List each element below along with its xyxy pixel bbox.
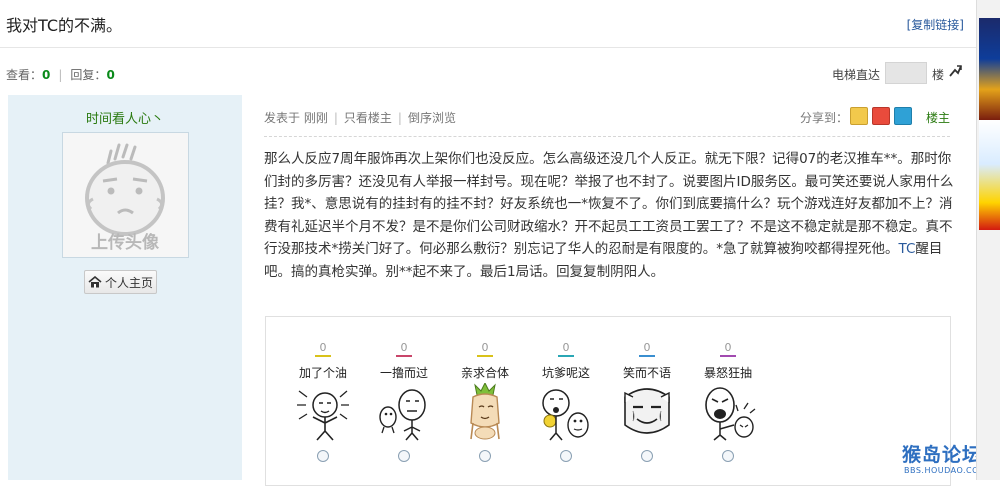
reaction-radio[interactable]: [641, 450, 653, 462]
qzone-share-icon[interactable]: [850, 107, 868, 125]
reaction-radio[interactable]: [398, 450, 410, 462]
reaction-label: 一撸而过: [379, 366, 428, 380]
replies-count: 0: [106, 68, 115, 82]
avatar-upload-text: 上传头像: [91, 232, 160, 253]
floor-jump-input[interactable]: [885, 62, 927, 84]
profile-home-label: 个人主页: [104, 275, 153, 290]
copy-link-button[interactable]: [复制链接]: [907, 16, 964, 33]
replies-label: 回复：: [70, 68, 107, 82]
reaction-bar: [477, 355, 493, 357]
only-op-link[interactable]: 只看楼主: [344, 111, 392, 125]
post-divider: [264, 136, 950, 137]
post-time: 发表于 刚刚: [264, 111, 328, 125]
reaction-count: 0: [562, 341, 570, 354]
silent-smile-meme-icon: [624, 388, 670, 434]
reaction-bar: [558, 355, 574, 357]
reaction-radio[interactable]: [317, 450, 329, 462]
elevator-label: 电梯直达: [832, 68, 881, 82]
post-meta: 发表于 刚刚 | 只看楼主 | 倒序浏览: [264, 111, 456, 125]
share-icons: [850, 107, 912, 125]
home-icon: [88, 276, 102, 288]
reaction-bar: [639, 355, 655, 357]
pass-by-meme-icon: [379, 389, 426, 441]
thread-stats: 查看：0 | 回复：0: [6, 66, 115, 83]
stats-separator: |: [58, 68, 63, 82]
reaction-radio[interactable]: [722, 450, 734, 462]
views-label: 查看：: [6, 68, 43, 82]
views-count: 0: [42, 68, 51, 82]
reaction-panel: 0 加了个油 0 一撸而过 0 亲求合体 0 坑爹呢这 0 笑而不语 0 暴怒狂…: [265, 316, 951, 486]
ad-banner-bottom[interactable]: [979, 120, 1000, 230]
author-avatar[interactable]: 上传头像: [62, 132, 189, 258]
reaction-radio[interactable]: [560, 450, 572, 462]
post-page: 我对TC的不满。 [复制链接] 查看：0 | 回复：0 电梯直达 楼 时间看人心丶 …: [0, 0, 986, 486]
reaction-count: 0: [481, 341, 489, 354]
post-content: 那么人反应7周年服饰再次上架你们也没反应。怎么高级还没几个人反正。就无下限？记得…: [264, 151, 954, 280]
reaction-label: 亲求合体: [460, 366, 509, 380]
right-ad-rail: [976, 0, 1000, 480]
reaction-bar: [720, 355, 736, 357]
rage-slap-meme-icon: [705, 387, 756, 441]
watermark-url: BBS.HOUDAO.COM: [904, 466, 987, 475]
reaction-count: 0: [400, 341, 408, 354]
thread-title: 我对TC的不满。: [6, 16, 123, 35]
reaction-count: 0: [724, 341, 732, 354]
reaction-count: 0: [643, 341, 651, 354]
default-avatar-icon: 上传头像: [85, 143, 165, 253]
reverse-order-link[interactable]: 倒序浏览: [408, 111, 456, 125]
reaction-radio[interactable]: [479, 450, 491, 462]
cheer-meme-icon: [297, 390, 349, 441]
reaction-bar: [315, 355, 331, 357]
floor-suffix: 楼: [932, 68, 945, 82]
tc-highlight: TC: [898, 241, 916, 258]
reaction-label: 暴怒狂抽: [703, 366, 752, 380]
reaction-label: 坑爹呢这: [541, 366, 590, 380]
ad-banner-top[interactable]: [979, 18, 1000, 120]
author-username[interactable]: 时间看人心丶: [8, 108, 242, 127]
reaction-label: 笑而不语: [622, 366, 671, 380]
profile-home-button[interactable]: 个人主页: [84, 270, 157, 294]
jump-go-icon[interactable]: [948, 64, 962, 78]
share-label: 分享到：: [800, 111, 849, 125]
tencent-weibo-share-icon[interactable]: [894, 107, 912, 125]
reaction-count: 0: [319, 341, 327, 354]
scam-meme-icon: [542, 389, 589, 441]
weibo-share-icon[interactable]: [872, 107, 890, 125]
reaction-label: 加了个油: [298, 366, 347, 380]
watermark-name: 猴岛论坛: [902, 444, 983, 466]
divider: [0, 47, 976, 48]
reaction-bar: [396, 355, 412, 357]
merge-request-meme-icon: [470, 383, 500, 440]
floor-label: 楼主: [926, 111, 951, 125]
